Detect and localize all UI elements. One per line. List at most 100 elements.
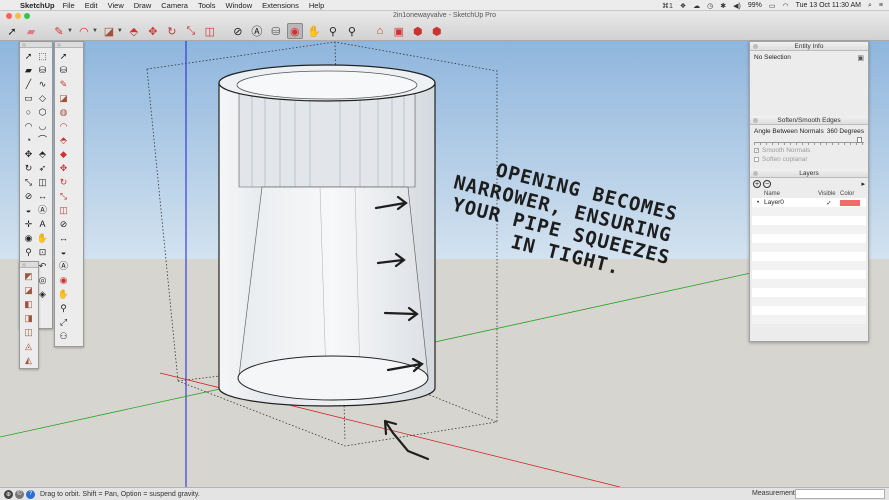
add-layer-button[interactable]: + <box>753 180 761 188</box>
remove-layer-button[interactable]: − <box>763 180 771 188</box>
pencil-line-icon[interactable]: ✎ <box>57 78 70 91</box>
help-info-icon[interactable]: ? <box>26 489 35 499</box>
menu-tools[interactable]: Tools <box>198 1 216 10</box>
layer-visible-checkbox[interactable]: ✓ <box>818 199 840 207</box>
menu-window[interactable]: Window <box>225 1 252 10</box>
menu-view[interactable]: View <box>108 1 124 10</box>
layer-name[interactable]: Layer0 <box>764 199 818 206</box>
polygon-icon[interactable]: ⬡ <box>36 106 49 119</box>
volume-icon[interactable]: ◀) <box>733 2 741 10</box>
move-icon[interactable]: ✥ <box>22 148 35 161</box>
palette-header[interactable] <box>55 42 83 48</box>
dropbox-icon[interactable]: ❖ <box>680 2 686 10</box>
protractor-icon[interactable]: ◒ <box>22 204 35 217</box>
text-icon[interactable]: Ⓐ <box>36 204 49 217</box>
rotate-icon[interactable]: ↻ <box>164 23 180 39</box>
pan-icon[interactable]: ✋ <box>306 23 322 39</box>
zoom-icon[interactable]: ⚲ <box>57 302 70 315</box>
push-pull-icon[interactable]: ⬘ <box>57 134 70 147</box>
dimension-icon[interactable]: ↔ <box>36 190 49 203</box>
from-contours-icon[interactable]: ◭ <box>22 354 35 367</box>
notification-center-icon[interactable]: ≡ <box>879 2 883 9</box>
menu-file[interactable]: File <box>63 1 75 10</box>
dimension-icon[interactable]: ↔ <box>57 232 70 245</box>
text-icon[interactable]: Ⓐ <box>249 23 265 39</box>
rectangle-icon[interactable]: ▭ <box>22 92 35 105</box>
select-arrow-icon[interactable]: ➚ <box>22 50 35 63</box>
menu-draw[interactable]: Draw <box>134 1 152 10</box>
flip-edge-icon[interactable]: ◫ <box>22 326 35 339</box>
paint-bucket-icon[interactable]: ⛁ <box>36 64 49 77</box>
eraser-icon[interactable]: ▰ <box>22 64 35 77</box>
palette-header[interactable] <box>20 42 52 48</box>
select-arrow-icon[interactable]: ➚ <box>4 23 20 39</box>
col-name[interactable]: Name <box>764 191 818 197</box>
pan-icon[interactable]: ✋ <box>57 288 70 301</box>
cloud-icon[interactable]: ☁ <box>693 2 700 10</box>
pencil-line-icon[interactable]: ✎ <box>51 23 67 39</box>
layer-row[interactable]: • Layer0 ✓ <box>752 198 866 207</box>
wifi-icon[interactable]: ◠ <box>783 2 789 10</box>
rotated-rectangle-icon[interactable]: ◇ <box>36 92 49 105</box>
push-pull-icon[interactable]: ⬘ <box>36 148 49 161</box>
paint-bucket-icon[interactable]: ⛁ <box>268 23 284 39</box>
soften-coplanar-checkbox[interactable]: Soften coplanar <box>754 156 864 163</box>
pie-icon[interactable]: ◔ <box>22 134 35 147</box>
tape-measure-icon[interactable]: ⊘ <box>230 23 246 39</box>
follow-me-icon[interactable]: ➶ <box>36 162 49 175</box>
soften-title[interactable]: Soften/Smooth Edges <box>750 116 868 125</box>
measurements-input[interactable] <box>795 489 885 499</box>
rectangle-icon[interactable]: ◪ <box>57 92 70 105</box>
layers-title[interactable]: Layers <box>750 169 868 178</box>
select-arrow-icon[interactable]: ➚ <box>57 50 70 63</box>
spotlight-search-icon[interactable]: ⌕ <box>868 2 872 10</box>
move-icon[interactable]: ✥ <box>145 23 161 39</box>
orbit-icon[interactable]: ◉ <box>22 232 35 245</box>
text-icon[interactable]: Ⓐ <box>57 260 70 273</box>
menu-camera[interactable]: Camera <box>161 1 188 10</box>
orbit-icon[interactable]: ◉ <box>57 274 70 287</box>
three-point-arc-icon[interactable]: ⌒ <box>36 134 49 147</box>
axes-icon[interactable]: ✛ <box>22 218 35 231</box>
bluetooth-icon[interactable]: ✱ <box>720 2 726 10</box>
menu-app-name[interactable]: SketchUp <box>20 1 55 10</box>
stamp-icon[interactable]: ◪ <box>22 284 35 297</box>
angle-slider[interactable] <box>754 137 864 145</box>
arc-icon[interactable]: ◠ <box>22 120 35 133</box>
shape-tools-dropdown-icon[interactable]: ▼ <box>117 28 123 34</box>
slider-knob[interactable] <box>857 137 862 143</box>
pan-icon[interactable]: ✋ <box>36 232 49 245</box>
arc-icon[interactable]: ◠ <box>76 23 92 39</box>
zoom-icon[interactable]: ⚲ <box>325 23 341 39</box>
scale-icon[interactable]: ⤡ <box>57 190 70 203</box>
eraser-icon[interactable]: ▰ <box>23 23 39 39</box>
input-source-icon[interactable]: ⌘1 <box>662 2 673 10</box>
col-visible[interactable]: Visible <box>818 191 840 197</box>
walk-icon[interactable]: ⚇ <box>57 330 70 343</box>
rotate-icon[interactable]: ↻ <box>57 176 70 189</box>
line-icon[interactable]: ╱ <box>22 78 35 91</box>
sandbox-icon[interactable]: ◩ <box>22 270 35 283</box>
zoom-extents-icon[interactable]: ⤢ <box>57 316 70 329</box>
scale-icon[interactable]: ⤡ <box>22 176 35 189</box>
smoove-icon[interactable]: ◬ <box>22 340 35 353</box>
send-icon[interactable]: ⬢ <box>429 23 445 39</box>
layers-details-icon[interactable]: ▸ <box>861 180 865 188</box>
rotate-icon[interactable]: ↻ <box>22 162 35 175</box>
rectangle-shape-icon[interactable]: ◪ <box>101 23 117 39</box>
follow-me-icon[interactable]: ◆ <box>57 148 70 161</box>
component-icon[interactable]: ⬚ <box>36 50 49 63</box>
scale-icon[interactable]: ⤡ <box>183 23 199 39</box>
orbit-icon[interactable]: ◉ <box>286 23 303 39</box>
smooth-normals-checkbox[interactable]: ✓ Smooth Normals <box>754 147 864 154</box>
add-detail-icon[interactable]: ◨ <box>22 312 35 325</box>
move-icon[interactable]: ✥ <box>57 162 70 175</box>
freehand-icon[interactable]: ∿ <box>36 78 49 91</box>
protractor-icon[interactable]: ◒ <box>57 246 70 259</box>
col-color[interactable]: Color <box>840 191 864 197</box>
layout-icon[interactable]: ⬢ <box>410 23 426 39</box>
active-layer-radio[interactable]: • <box>752 199 764 206</box>
two-point-arc-icon[interactable]: ◡ <box>36 120 49 133</box>
line-tools-dropdown-icon[interactable]: ▼ <box>67 28 73 34</box>
zoom-icon[interactable]: ⚲ <box>22 246 35 259</box>
